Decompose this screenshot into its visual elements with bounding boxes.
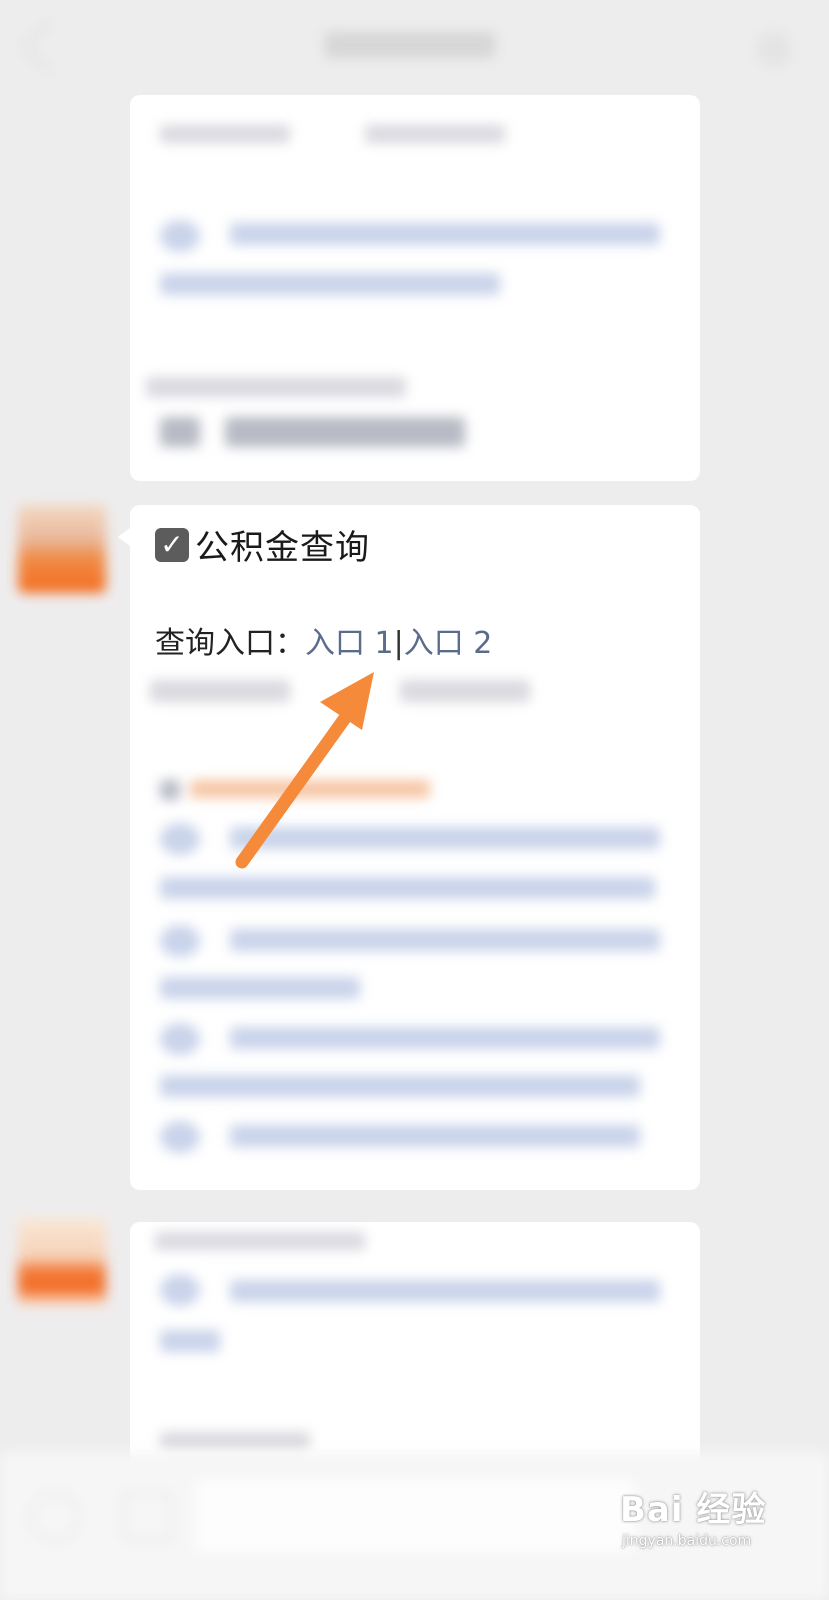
message-input[interactable] bbox=[195, 1480, 635, 1552]
watermark-url: jingyan.baidu.com bbox=[622, 1533, 752, 1549]
voice-icon[interactable] bbox=[30, 1492, 80, 1542]
keyboard-icon[interactable] bbox=[122, 1492, 172, 1542]
baidu-jingyan-watermark: Bai 经验 jingyan.baidu.com bbox=[620, 1482, 820, 1549]
watermark-logo: Bai 经验 bbox=[620, 1490, 767, 1530]
sender-avatar-2[interactable] bbox=[18, 1218, 106, 1306]
